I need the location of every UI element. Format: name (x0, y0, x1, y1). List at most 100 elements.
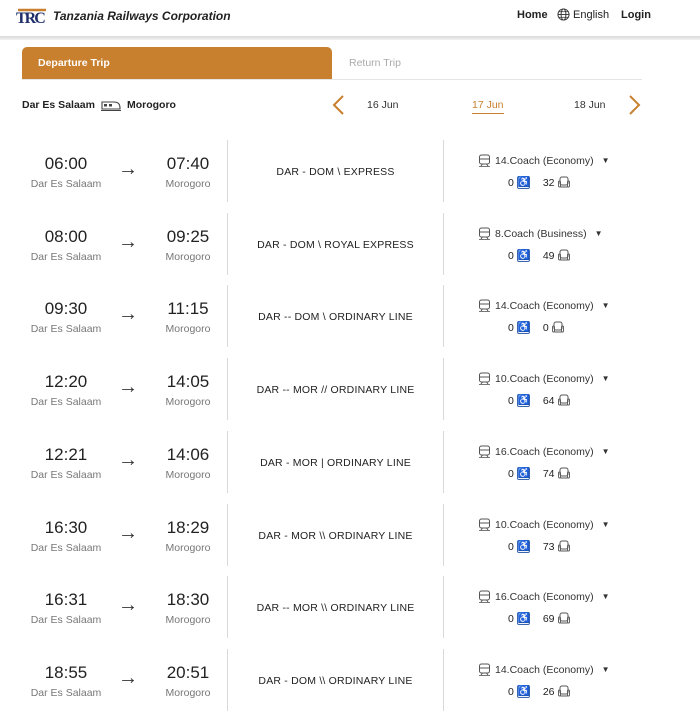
departure-time: 12:20 (44, 372, 88, 391)
column-divider (443, 213, 444, 275)
train-line: DAR - DOM \\ ORDINARY LINE (258, 675, 413, 687)
trip-row[interactable]: 06:00 Dar Es Salaam → 07:40 Morogoro DAR… (0, 140, 700, 202)
coach-selector[interactable]: 10.Coach (Economy) ▼ (478, 518, 610, 531)
departure-city: Dar Es Salaam (30, 178, 102, 190)
departure-time: 16:30 (44, 518, 88, 537)
trip-row[interactable]: 16:31 Dar Es Salaam → 18:30 Morogoro DAR… (0, 576, 700, 638)
date-current[interactable]: 17 Jun (472, 99, 504, 114)
train-front-icon (479, 518, 490, 531)
train-front-icon (479, 299, 490, 312)
departure-time: 16:31 (44, 590, 88, 609)
tab-return-trip[interactable]: Return Trip (349, 57, 401, 69)
date-next[interactable]: 18 Jun (574, 99, 606, 111)
departure-time: 06:00 (44, 154, 88, 173)
arrival-time: 07:40 (166, 154, 210, 173)
wheelchair-count: 0 (508, 249, 514, 262)
route-to: Morogoro (126, 99, 176, 111)
nav-home-link[interactable]: Home (517, 9, 548, 21)
train-line: DAR -- MOR \\ ORDINARY LINE (256, 602, 415, 614)
arrival-city: Morogoro (165, 687, 211, 699)
seat-icon (557, 467, 570, 479)
caret-down-icon: ▼ (601, 374, 610, 383)
seat-count: 26 (542, 685, 555, 698)
coach-selector[interactable]: 14.Coach (Economy) ▼ (478, 663, 610, 676)
trip-row[interactable]: 12:21 Dar Es Salaam → 14:06 Morogoro DAR… (0, 431, 700, 493)
departure-city: Dar Es Salaam (30, 323, 102, 335)
wheelchair-icon: ♿ (516, 540, 531, 553)
chevron-left-icon[interactable] (330, 94, 346, 116)
departure-city: Dar Es Salaam (30, 687, 102, 699)
arrival-time: 11:15 (167, 299, 209, 318)
arrival-city: Morogoro (165, 323, 211, 335)
seat-count: 64 (542, 394, 555, 407)
arrival-city: Morogoro (165, 396, 211, 408)
coach-label: 8.Coach (Business) (495, 227, 587, 240)
departure-time: 12:21 (44, 445, 88, 464)
wheelchair-icon: ♿ (516, 176, 531, 189)
login-link[interactable]: Login (621, 9, 651, 21)
seat-availability: 0 ♿ 69 (508, 612, 570, 625)
seat-availability: 0 ♿ 0 (508, 321, 564, 334)
arrival-city: Morogoro (165, 469, 211, 481)
column-divider (443, 358, 444, 420)
wheelchair-count: 0 (508, 176, 514, 189)
trip-row[interactable]: 09:30 Dar Es Salaam → 11:15 Morogoro DAR… (0, 285, 700, 347)
train-line: DAR - MOR | ORDINARY LINE (260, 457, 411, 469)
coach-selector[interactable]: 16.Coach (Economy) ▼ (478, 445, 610, 458)
chevron-right-icon[interactable] (627, 94, 643, 116)
caret-down-icon: ▼ (594, 229, 603, 238)
language-selector[interactable]: English (557, 8, 609, 21)
train-line: DAR -- DOM \ ORDINARY LINE (258, 311, 413, 323)
wheelchair-count: 0 (508, 612, 514, 625)
arrow-right-icon: → (118, 376, 138, 398)
trc-logo[interactable]: TRC (16, 7, 50, 27)
coach-selector[interactable]: 14.Coach (Economy) ▼ (478, 299, 610, 312)
trip-row[interactable]: 08:00 Dar Es Salaam → 09:25 Morogoro DAR… (0, 213, 700, 275)
arrival-city: Morogoro (165, 251, 211, 263)
coach-label: 14.Coach (Economy) (495, 299, 594, 312)
caret-down-icon: ▼ (601, 301, 610, 310)
departure-city: Dar Es Salaam (30, 396, 102, 408)
arrow-right-icon: → (118, 449, 138, 471)
tab-departure-trip[interactable]: Departure Trip (22, 47, 332, 79)
arrival-time: 14:06 (166, 445, 210, 464)
arrival-time: 18:30 (166, 590, 210, 609)
wheelchair-count: 0 (508, 321, 514, 334)
caret-down-icon: ▼ (601, 520, 610, 529)
seat-availability: 0 ♿ 49 (508, 249, 570, 262)
wheelchair-icon: ♿ (516, 467, 531, 480)
coach-label: 14.Coach (Economy) (495, 154, 594, 167)
arrow-right-icon: → (118, 231, 138, 253)
route-from: Dar Es Salaam (22, 99, 95, 111)
coach-selector[interactable]: 16.Coach (Economy) ▼ (478, 590, 610, 603)
coach-label: 14.Coach (Economy) (495, 663, 594, 676)
seat-icon (557, 176, 570, 188)
wheelchair-icon: ♿ (516, 685, 531, 698)
column-divider (443, 431, 444, 493)
coach-label: 10.Coach (Economy) (495, 372, 594, 385)
train-front-icon (479, 154, 490, 167)
seat-icon (557, 249, 570, 261)
seat-availability: 0 ♿ 26 (508, 685, 570, 698)
seat-icon (557, 540, 570, 552)
train-line: DAR -- MOR // ORDINARY LINE (256, 384, 415, 396)
date-prev[interactable]: 16 Jun (367, 99, 399, 111)
coach-label: 10.Coach (Economy) (495, 518, 594, 531)
trip-tabs: Departure Trip Return Trip (22, 47, 642, 80)
trip-row[interactable]: 16:30 Dar Es Salaam → 18:29 Morogoro DAR… (0, 504, 700, 566)
seat-availability: 0 ♿ 64 (508, 394, 570, 407)
wheelchair-count: 0 (508, 394, 514, 407)
arrow-right-icon: → (118, 667, 138, 689)
trip-row[interactable]: 12:20 Dar Es Salaam → 14:05 Morogoro DAR… (0, 358, 700, 420)
seat-icon (551, 321, 564, 333)
coach-selector[interactable]: 8.Coach (Business) ▼ (478, 227, 603, 240)
departure-city: Dar Es Salaam (30, 251, 102, 263)
caret-down-icon: ▼ (601, 156, 610, 165)
wheelchair-count: 0 (508, 540, 514, 553)
route-summary: Dar Es Salaam Morogoro (22, 99, 176, 111)
coach-selector[interactable]: 10.Coach (Economy) ▼ (478, 372, 610, 385)
trip-row[interactable]: 18:55 Dar Es Salaam → 20:51 Morogoro DAR… (0, 649, 700, 711)
departure-city: Dar Es Salaam (30, 542, 102, 554)
language-label: English (573, 8, 610, 21)
coach-selector[interactable]: 14.Coach (Economy) ▼ (478, 154, 610, 167)
